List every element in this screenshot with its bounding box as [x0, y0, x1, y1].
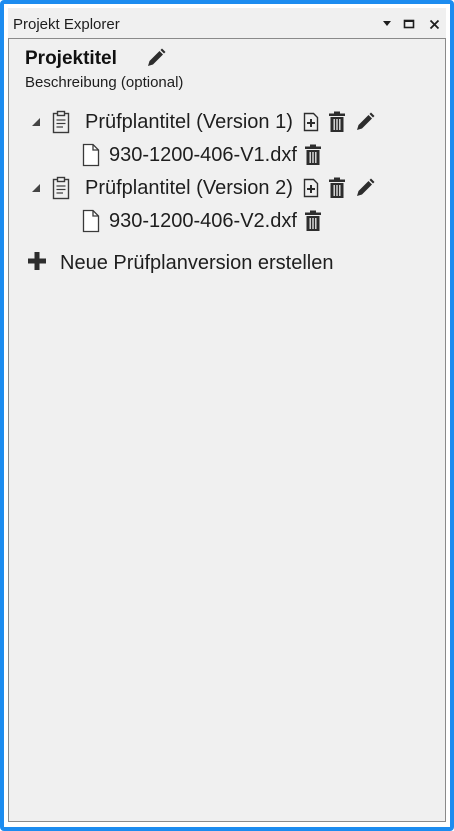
edit-project-pencil-icon[interactable]	[143, 45, 169, 71]
clipboard-icon	[51, 176, 71, 200]
project-description[interactable]: Beschreibung (optional)	[25, 74, 183, 92]
add-file-icon[interactable]	[300, 109, 322, 135]
project-explorer-window: Projekt Explorer Projektitel Beschreibun…	[0, 0, 454, 831]
new-version-button[interactable]: Neue Prüfplanversion erstellen	[27, 249, 334, 277]
close-icon[interactable]	[426, 16, 442, 32]
file-icon	[81, 208, 101, 234]
file-icon	[81, 142, 101, 168]
new-version-label: Neue Prüfplanversion erstellen	[60, 251, 334, 274]
edit-plan-pencil-icon[interactable]	[354, 109, 376, 135]
trash-icon[interactable]	[302, 142, 324, 168]
title-bar: Projekt Explorer	[8, 8, 446, 38]
window-title: Projekt Explorer	[13, 16, 120, 33]
project-title[interactable]: Projektitel	[25, 47, 117, 71]
expanded-triangle-icon[interactable]	[29, 115, 43, 129]
plan-title-label[interactable]: Prüfplantitel (Version 1)	[85, 111, 293, 134]
tree-item-plan-2[interactable]: Prüfplantitel (Version 2)	[29, 174, 376, 202]
tree-item-file-2[interactable]: 930-1200-406-V2.dxf	[81, 207, 324, 235]
explorer-panel: Projektitel Beschreibung (optional) Prüf…	[8, 38, 446, 822]
clipboard-icon	[51, 110, 71, 134]
trash-icon[interactable]	[302, 208, 324, 234]
tree-item-file-1[interactable]: 930-1200-406-V1.dxf	[81, 141, 324, 169]
plus-icon	[27, 251, 47, 276]
expanded-triangle-icon[interactable]	[29, 181, 43, 195]
add-file-icon[interactable]	[300, 175, 322, 201]
edit-plan-pencil-icon[interactable]	[354, 175, 376, 201]
file-name-label[interactable]: 930-1200-406-V1.dxf	[109, 144, 297, 167]
trash-icon[interactable]	[326, 175, 348, 201]
trash-icon[interactable]	[326, 109, 348, 135]
tree-item-plan-1[interactable]: Prüfplantitel (Version 1)	[29, 108, 376, 136]
file-name-label[interactable]: 930-1200-406-V2.dxf	[109, 210, 297, 233]
dropdown-icon[interactable]	[379, 16, 395, 32]
plan-title-label[interactable]: Prüfplantitel (Version 2)	[85, 177, 293, 200]
maximize-icon[interactable]	[401, 16, 417, 32]
